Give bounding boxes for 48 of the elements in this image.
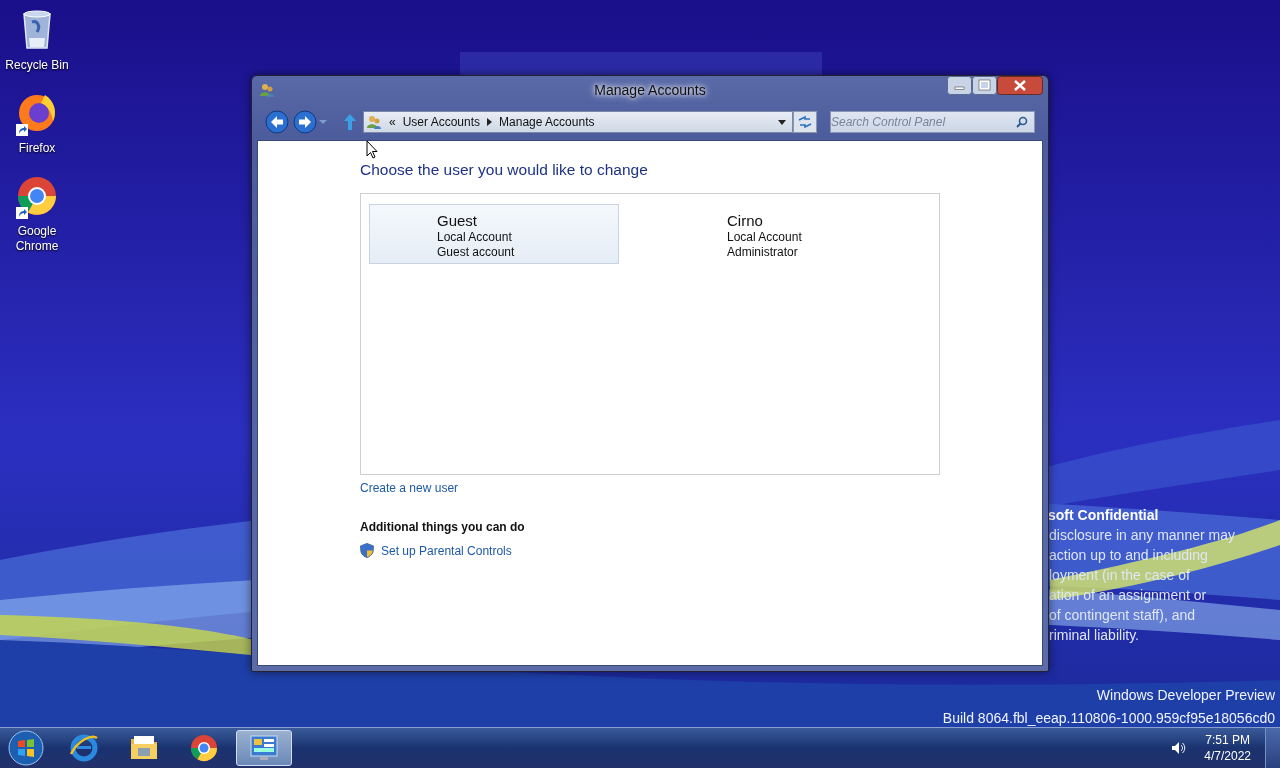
icon-label[interactable]: Google Chrome	[3, 224, 71, 254]
account-tile[interactable]: Cirno Local Account Administrator	[659, 204, 909, 264]
breadcrumb[interactable]: Manage Accounts	[499, 115, 595, 129]
section-title: Additional things you can do	[360, 520, 525, 534]
breadcrumb[interactable]: User Accounts	[402, 115, 481, 129]
icon-label[interactable]: Recycle Bin	[3, 58, 71, 73]
users-icon	[366, 114, 382, 130]
notice-text: of contingent staff), and	[1048, 606, 1197, 625]
page-heading: Choose the user you would like to change	[360, 161, 648, 179]
browser-icon[interactable]	[15, 174, 59, 218]
browser-icon	[188, 732, 220, 764]
account-name: Guest	[437, 211, 479, 230]
speaker-icon[interactable]	[1170, 740, 1187, 756]
create-user-link[interactable]: Create a new user	[360, 481, 459, 495]
ie-icon	[68, 732, 100, 764]
users-icon	[259, 82, 275, 98]
dropdown-caret-icon[interactable]	[778, 119, 786, 125]
minimize-button[interactable]	[947, 76, 972, 95]
account-role: Administrator	[727, 245, 799, 260]
clock-time[interactable]: 7:51 PM	[1204, 732, 1251, 748]
notice-text: disclosure in any manner may	[1048, 526, 1235, 545]
clock-date[interactable]: 4/7/2022	[1204, 748, 1251, 764]
build-text: Build 8064.fbl_eeap.110806-1000.959cf95e18056cd0	[942, 709, 1275, 727]
search-field[interactable]: Search Control Panel	[830, 111, 1035, 133]
build-text: Windows Developer Preview	[1095, 686, 1275, 705]
parental-controls-link[interactable]: Set up Parental Controls	[381, 543, 512, 558]
start-button[interactable]	[8, 730, 44, 766]
notice-text: riminal liability.	[1048, 626, 1140, 645]
icon-label[interactable]: Firefox	[3, 141, 71, 156]
refresh-button[interactable]	[793, 111, 817, 133]
address-bar[interactable]: « User Accounts Manage Accounts	[363, 111, 793, 133]
window-title: Manage Accounts	[594, 82, 706, 98]
back-button[interactable]	[265, 110, 289, 134]
account-tile[interactable]: Guest Local Account Guest account	[369, 204, 619, 264]
chevron-icon[interactable]	[487, 118, 493, 126]
account-role: Guest account	[437, 245, 516, 260]
account-name: Cirno	[727, 211, 764, 230]
show-desktop-button[interactable]	[1265, 728, 1280, 768]
notice-text: action up to and including	[1048, 546, 1209, 565]
account-type: Local Account	[437, 230, 513, 245]
search-icon[interactable]	[1016, 116, 1028, 128]
account-type: Local Account	[727, 230, 803, 245]
overflow-chevron[interactable]: «	[389, 115, 396, 129]
shield-icon	[360, 543, 374, 558]
notice-title: soft Confidential	[1047, 506, 1160, 525]
forward-button[interactable]	[293, 110, 317, 134]
maximize-button[interactable]	[972, 76, 997, 95]
close-button[interactable]	[997, 76, 1043, 95]
